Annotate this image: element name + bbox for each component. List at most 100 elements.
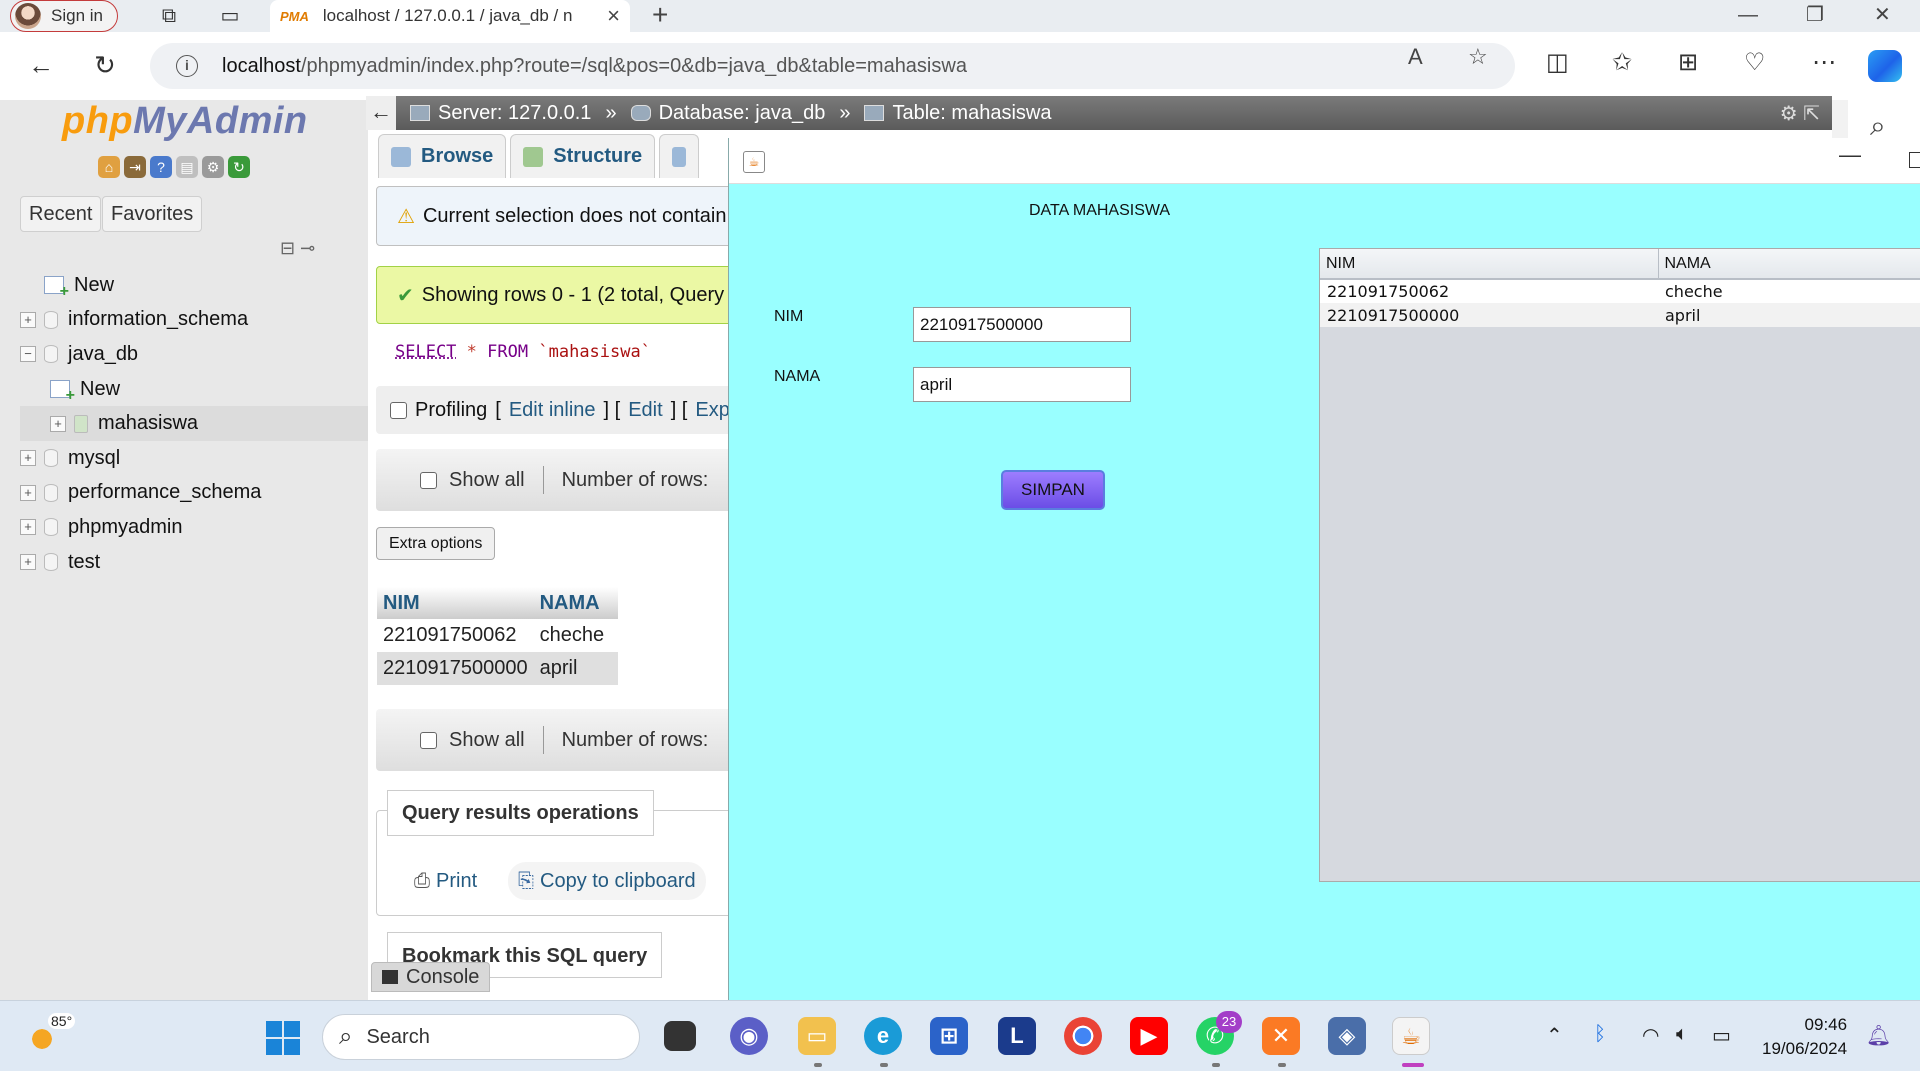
table-row[interactable]: 2210917500000 april [1320, 303, 1920, 327]
collections-icon[interactable]: ⊞ [1678, 48, 1698, 77]
tree-item-new[interactable]: New [20, 268, 368, 303]
tab-favorites[interactable]: Favorites [102, 196, 203, 232]
print-button[interactable]: ⎙ Print [404, 862, 487, 900]
new-tab-icon[interactable]: + [652, 0, 668, 30]
tree-item-mahasiswa[interactable]: + mahasiswa [20, 406, 368, 441]
wifi-icon[interactable]: ◠ [1642, 1023, 1659, 1048]
l-app-icon[interactable]: L [998, 1017, 1036, 1055]
table-row[interactable]: 221091750062 cheche [377, 619, 618, 652]
xampp-icon[interactable]: ✕ [1262, 1017, 1300, 1055]
workspaces-icon[interactable]: ⧉ [157, 4, 181, 28]
start-button[interactable] [266, 1021, 300, 1055]
restore-window-icon[interactable]: ❐ [1806, 0, 1824, 30]
expand-icon[interactable]: + [20, 519, 36, 536]
notification-bell-icon[interactable]: 🔔︎ [1866, 1023, 1891, 1048]
phpmyadmin-logo[interactable]: phpMyAdmin [62, 100, 308, 143]
favorite-star-icon[interactable]: ☆ [1468, 44, 1488, 70]
tab-browse[interactable]: Browse [378, 134, 507, 178]
console-button[interactable]: Console [371, 962, 491, 992]
volume-icon[interactable]: 🔈︎ [1676, 1023, 1688, 1046]
teams-chat-icon[interactable]: ◉ [730, 1017, 768, 1055]
copilot-icon[interactable] [1868, 50, 1902, 82]
expand-icon[interactable]: + [20, 311, 36, 328]
site-info-icon[interactable]: i [176, 55, 198, 77]
warning-text: Current selection does not contain [422, 204, 727, 227]
simpan-button[interactable]: SIMPAN [1001, 470, 1105, 510]
docs-icon[interactable]: ▤ [176, 156, 198, 178]
taskbar-clock[interactable]: 09:46 19/06/2024 [1762, 1013, 1847, 1061]
expand-icon[interactable]: + [20, 484, 36, 501]
reload-nav-icon[interactable]: ↻ [228, 156, 250, 178]
data-table-pane[interactable]: NIM NAMA 221091750062 cheche 22109175000… [1319, 248, 1920, 882]
edge-browser-icon[interactable]: e [864, 1017, 902, 1055]
read-aloud-icon[interactable]: A [1408, 44, 1423, 70]
file-explorer-icon[interactable]: ▭ [798, 1017, 836, 1055]
java-window-titlebar[interactable]: ☕ — [729, 138, 1920, 184]
expand-icon[interactable]: + [20, 450, 36, 467]
column-header-nama[interactable]: NAMA [533, 587, 618, 619]
settings-gear-icon[interactable]: ⚙ ⇱ [1780, 101, 1820, 126]
column-header-nim[interactable]: NIM [377, 587, 534, 619]
expand-icon[interactable]: + [20, 554, 36, 571]
browser-essentials-icon[interactable]: ♡ [1744, 48, 1766, 77]
bluetooth-icon[interactable]: ᛒ [1594, 1023, 1606, 1046]
virtualbox-icon[interactable]: ◈ [1328, 1017, 1366, 1055]
favorites-icon[interactable]: ✩ [1612, 48, 1632, 77]
breadcrumb-table[interactable]: Table: mahasiswa [864, 102, 1051, 125]
tree-item-java-db[interactable]: − java_db [20, 337, 368, 372]
maximize-window-icon[interactable] [1909, 152, 1920, 168]
tab-structure[interactable]: Structure [510, 134, 656, 178]
nim-field[interactable] [913, 307, 1131, 342]
extra-options-button[interactable]: Extra options [376, 527, 496, 560]
reload-icon[interactable]: ↻ [94, 50, 116, 80]
column-header-nim[interactable]: NIM [1320, 249, 1659, 280]
tree-item-phpmyadmin[interactable]: + phpmyadmin [20, 510, 368, 545]
split-screen-icon[interactable]: ◫ [1546, 48, 1569, 77]
copy-to-clipboard-button[interactable]: ⎘ Copy to clipboard [508, 862, 706, 900]
browser-tab-active[interactable]: PMA localhost / 127.0.0.1 / java_db / n … [270, 0, 630, 32]
table-row[interactable]: 221091750062 cheche [1320, 279, 1920, 303]
logout-icon[interactable]: ⇥ [124, 156, 146, 178]
collapse-link-icons[interactable]: ⊟ ⊸ [280, 238, 315, 259]
close-tab-icon[interactable]: × [607, 3, 620, 29]
tab-actions-icon[interactable]: ▭ [218, 4, 242, 28]
tree-item-java-db-new[interactable]: New [20, 372, 368, 407]
java-taskbar-icon[interactable]: ☕ [1392, 1017, 1430, 1055]
show-all-checkbox[interactable] [420, 731, 437, 749]
table-row[interactable]: 2210917500000 april [377, 652, 618, 685]
address-bar[interactable]: i localhost/phpmyadmin/index.php?route=/… [150, 43, 1515, 89]
back-icon[interactable]: ← [28, 50, 54, 80]
collapse-nav-icon[interactable]: ← [366, 96, 396, 130]
expand-icon[interactable]: + [50, 415, 66, 432]
battery-icon[interactable]: ▭ [1712, 1023, 1731, 1048]
taskbar-search[interactable]: ⌕ Search [322, 1014, 640, 1060]
help-icon[interactable]: ? [150, 156, 172, 178]
collapse-icon[interactable]: − [20, 346, 36, 363]
minimize-window-icon[interactable]: — [1839, 142, 1861, 168]
task-view-icon[interactable] [664, 1021, 696, 1051]
tree-item-test[interactable]: + test [20, 545, 368, 580]
tree-item-performance-schema[interactable]: + performance_schema [20, 476, 368, 511]
edit-inline-link[interactable]: Edit inline [509, 399, 596, 422]
nama-field[interactable] [913, 367, 1131, 402]
sign-in-button[interactable]: Sign in [10, 0, 118, 32]
breadcrumb-server[interactable]: Server: 127.0.0.1 [410, 102, 591, 125]
home-icon[interactable]: ⌂ [98, 156, 120, 178]
tree-item-mysql[interactable]: + mysql [20, 441, 368, 476]
tree-item-information-schema[interactable]: + information_schema [20, 303, 368, 338]
show-all-checkbox[interactable] [420, 471, 437, 489]
column-header-nama[interactable]: NAMA [1658, 249, 1920, 280]
close-window-icon[interactable]: ✕ [1874, 0, 1891, 30]
youtube-icon[interactable]: ▶ [1130, 1017, 1168, 1055]
edit-link[interactable]: Edit [628, 399, 662, 422]
more-menu-icon[interactable]: ⋯ [1812, 48, 1836, 77]
tab-recent[interactable]: Recent [20, 196, 102, 232]
minimize-window-icon[interactable]: — [1738, 0, 1758, 30]
settings-gear-icon[interactable]: ⚙ [202, 156, 224, 178]
show-hidden-icons-icon[interactable]: ⌃ [1546, 1023, 1563, 1048]
tab-sql[interactable] [659, 134, 700, 178]
breadcrumb-database[interactable]: Database: java_db [630, 102, 825, 125]
ms-store-icon[interactable]: ⊞ [930, 1017, 968, 1055]
profiling-checkbox[interactable] [390, 401, 407, 419]
chrome-icon[interactable] [1064, 1017, 1102, 1055]
